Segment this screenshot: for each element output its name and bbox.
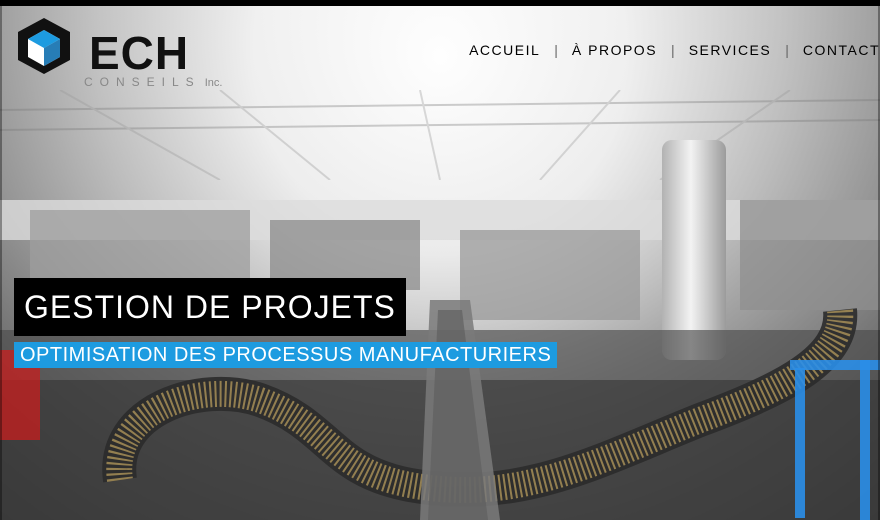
logo-subtitle: CONSEILS Inc. [84, 76, 222, 89]
logo-text: ECH [89, 27, 190, 79]
nav-contact[interactable]: CONTACT [803, 42, 880, 58]
hero-title: GESTION DE PROJETS [14, 278, 406, 336]
logo-subtitle-text: CONSEILS [84, 75, 201, 89]
company-logo[interactable]: ECH CONSEILS Inc. [14, 16, 234, 96]
top-border [0, 0, 880, 6]
logo-suffix: Inc. [204, 77, 223, 89]
website-page: ECH CONSEILS Inc. ACCUEIL | À PROPOS | SE… [0, 0, 880, 520]
nav-separator: | [785, 42, 789, 58]
hero-subtitle: OPTIMISATION DES PROCESSUS MANUFACTURIER… [14, 342, 558, 368]
nav-separator: | [671, 42, 675, 58]
nav-accueil[interactable]: ACCUEIL [469, 42, 540, 58]
main-navigation: ACCUEIL | À PROPOS | SERVICES | CONTACT [469, 40, 880, 60]
nav-separator: | [554, 42, 558, 58]
nav-a-propos[interactable]: À PROPOS [572, 42, 657, 58]
nav-services[interactable]: SERVICES [689, 42, 772, 58]
site-header: ECH CONSEILS Inc. ACCUEIL | À PROPOS | SE… [0, 6, 880, 96]
hexagon-logo-icon [18, 18, 70, 74]
left-edge [0, 6, 2, 520]
